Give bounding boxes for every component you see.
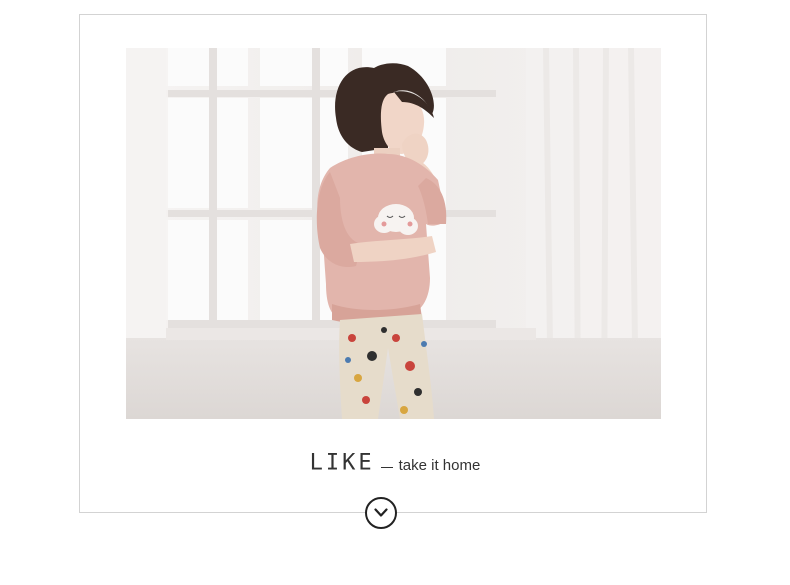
caption-subtitle: take it home [398,456,481,474]
product-detail-page: LIKE take it home [0,0,790,585]
scroll-down-button[interactable] [365,497,397,529]
product-photo [126,48,661,419]
caption: LIKE take it home [0,448,790,478]
caption-title: LIKE [309,450,375,476]
chevron-down-icon [374,508,388,517]
caption-dash [380,467,393,468]
